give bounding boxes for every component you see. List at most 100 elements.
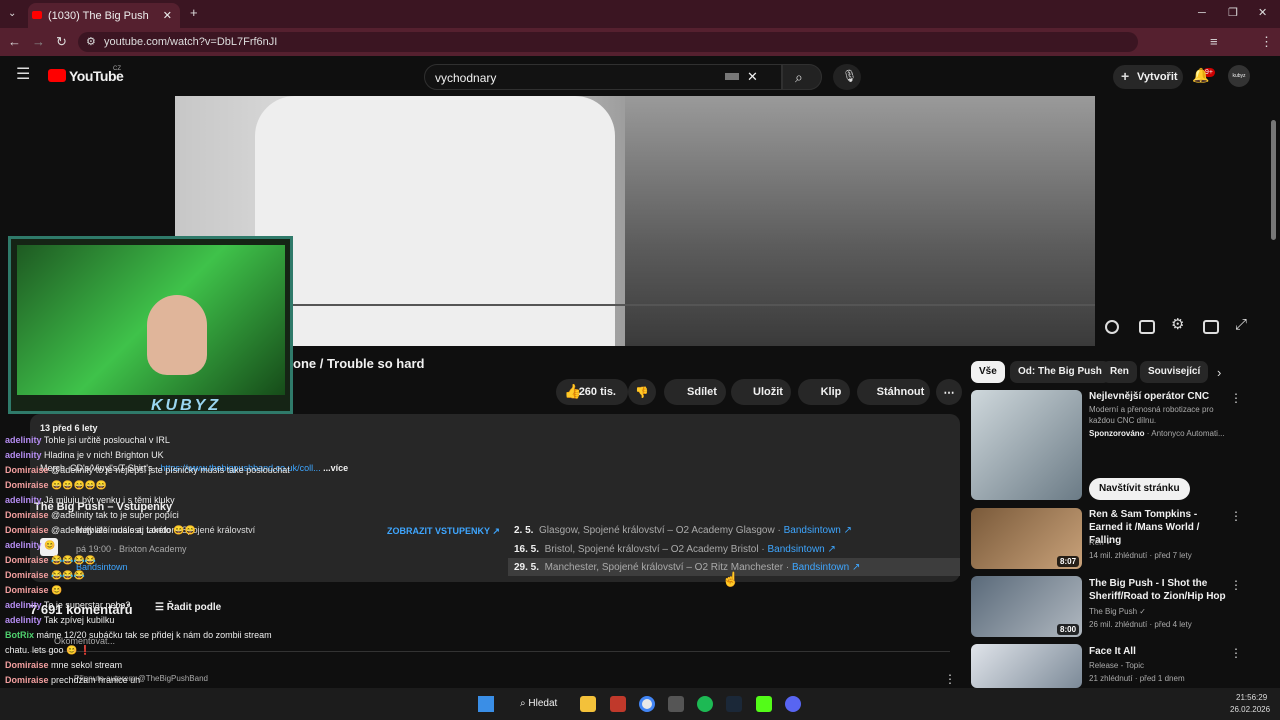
chat-username: adelinity (5, 600, 42, 610)
comment-menu-icon[interactable]: ⋮ (944, 672, 956, 686)
menu-icon[interactable]: ≡ (1210, 35, 1218, 49)
steam-icon[interactable] (726, 696, 742, 712)
search-button[interactable]: ⌕ (782, 64, 822, 90)
chat-username: adelinity (5, 435, 42, 445)
save-button[interactable]: Uložit (731, 379, 791, 405)
youtube-logo-icon[interactable] (48, 69, 66, 82)
chip-ren[interactable]: Ren (1102, 361, 1137, 383)
related-channel[interactable]: Ren ✓ (1089, 537, 1229, 548)
chip-all[interactable]: Vše (971, 361, 1005, 383)
dislike-button[interactable]: 👎 (628, 379, 656, 405)
tab-close-icon[interactable]: ✕ (163, 9, 172, 22)
page-scrollbar[interactable] (1271, 120, 1276, 240)
related-meta: 26 mil. zhlédnutí · před 4 lety (1089, 620, 1192, 629)
keyboard-icon[interactable] (725, 73, 739, 80)
reload-icon[interactable]: ↻ (56, 35, 67, 49)
search-input[interactable]: vychodnary ✕ (424, 64, 782, 90)
site-info-icon[interactable]: ⚙ (86, 35, 96, 49)
related-channel[interactable]: Release - Topic (1089, 660, 1229, 671)
url-field[interactable]: ⚙ youtube.com/watch?v=DbL7Frf6nJI (78, 32, 1138, 52)
share-label: Sdílet (687, 386, 717, 398)
tour-row[interactable]: 29. 5. Manchester, Spojené království – … (514, 562, 860, 573)
chrome-icon[interactable] (639, 696, 655, 712)
video-title: one / Trouble so hard (293, 356, 425, 371)
more-menu-icon[interactable]: ⋮ (1260, 35, 1273, 49)
show-tickets-link[interactable]: ZOBRAZIT VSTUPENKY ↗ (387, 526, 500, 537)
chat-message: adelinity Tak zpívej kubilku (5, 615, 114, 625)
related-channel[interactable]: The Big Push ✓ (1089, 606, 1229, 617)
related-video-title[interactable]: The Big Push - I Shot the Sheriff/Road t… (1089, 577, 1229, 603)
close-window-button[interactable]: ✕ (1258, 6, 1267, 20)
chat-text: Tak zpívej kubilku (43, 615, 115, 625)
ad-thumbnail[interactable] (971, 390, 1082, 500)
video-progress-bar[interactable] (175, 304, 1095, 306)
create-button[interactable]: + Vytvořit (1113, 65, 1183, 89)
chat-text: To je superstar nebo? (43, 600, 131, 610)
theater-mode-icon[interactable] (1203, 320, 1219, 334)
video-menu-icon[interactable]: ⋮ (1230, 509, 1242, 523)
related-video-title[interactable]: Face It All (1089, 645, 1229, 658)
app-icon[interactable] (668, 696, 684, 712)
chip-related[interactable]: Související (1140, 361, 1209, 383)
fullscreen-icon[interactable]: ⤢ (1235, 317, 1247, 332)
chat-text: prechdzam hranice uh (51, 675, 141, 685)
clear-search-icon[interactable]: ✕ (747, 69, 758, 85)
video-crowd-area (625, 96, 1095, 346)
ad-title[interactable]: Nejlevnější operátor CNC (1089, 390, 1229, 403)
chat-username: adelinity (5, 540, 42, 550)
chat-text: @adelinity ale musís aj takéto 😄😄 (51, 525, 196, 535)
subtitles-icon[interactable] (1139, 320, 1155, 334)
search-icon: ⌕ (795, 69, 803, 85)
forward-icon[interactable]: → (32, 35, 45, 49)
chat-text: Hladina je v nich! Brighton UK (44, 450, 164, 460)
tour-row[interactable]: 2. 5. Glasgow, Spojené království – O2 A… (514, 525, 852, 536)
chips-next-icon[interactable]: › (1217, 366, 1221, 380)
chat-text: mne sekol stream (51, 660, 123, 670)
kick-icon[interactable] (756, 696, 772, 712)
ad-menu-icon[interactable]: ⋮ (1230, 391, 1242, 405)
more-actions-button[interactable]: ⋯ (936, 379, 962, 405)
back-icon[interactable]: ← (8, 35, 21, 49)
download-button[interactable]: Stáhnout (857, 379, 930, 405)
visit-site-button[interactable]: Navštívit stránku (1089, 478, 1190, 500)
browser-tabbar: ⌄ (1030) The Big Push - Wade ✕ + ─ ❐ ✕ (0, 0, 1280, 28)
app-icon[interactable] (610, 696, 626, 712)
thumbs-up-icon: 👍 (564, 383, 582, 399)
like-count: 260 tis. (578, 386, 616, 398)
like-button[interactable]: 👍 260 tis. (556, 379, 628, 405)
clip-button[interactable]: Klip (798, 379, 850, 405)
video-menu-icon[interactable]: ⋮ (1230, 646, 1242, 660)
minimize-button[interactable]: ─ (1198, 6, 1206, 20)
hamburger-menu-icon[interactable]: ☰ (16, 67, 30, 83)
windows-start-icon[interactable] (478, 696, 494, 712)
save-label: Uložit (753, 386, 783, 398)
chat-text: 😂😂😂😂 (51, 555, 96, 565)
create-label: Vytvořit (1137, 71, 1178, 83)
video-thumbnail[interactable] (971, 644, 1082, 688)
video-menu-icon[interactable]: ⋮ (1230, 578, 1242, 592)
spotify-icon[interactable] (697, 696, 713, 712)
tour-row[interactable]: 16. 5. Bristol, Spojené království – O2 … (514, 544, 836, 555)
mic-icon: 🎙 (842, 69, 858, 83)
pause-icon[interactable] (1105, 320, 1119, 334)
maximize-button[interactable]: ❐ (1228, 6, 1238, 20)
notification-bell-icon[interactable]: 🔔 (1192, 68, 1209, 82)
video-performer (255, 96, 615, 346)
show-more-link[interactable]: ...více (323, 463, 348, 473)
sort-comments-button[interactable]: ☰ Řadit podle (155, 602, 221, 613)
share-button[interactable]: Sdílet (664, 379, 726, 405)
file-explorer-icon[interactable] (580, 696, 596, 712)
chat-message: BotRix máme 12/20 subáčku tak se přidej … (5, 630, 272, 640)
video-player[interactable] (175, 96, 1095, 346)
discord-icon[interactable] (785, 696, 801, 712)
browser-tab[interactable]: (1030) The Big Push - Wade ✕ (28, 3, 180, 28)
new-tab-button[interactable]: + (190, 6, 198, 20)
chip-from-artist[interactable]: Od: The Big Push (1010, 361, 1110, 383)
avatar[interactable]: kubyz (1228, 65, 1250, 87)
taskbar-search[interactable]: ⌕ Hledat (508, 692, 570, 716)
tab-search-icon[interactable]: ⌄ (8, 7, 16, 21)
chat-text: 😂😂😂 (51, 570, 85, 580)
voice-search-button[interactable]: 🎙 (833, 64, 861, 90)
webcam-video (17, 245, 285, 395)
settings-gear-icon[interactable]: ⚙ (1171, 317, 1184, 332)
